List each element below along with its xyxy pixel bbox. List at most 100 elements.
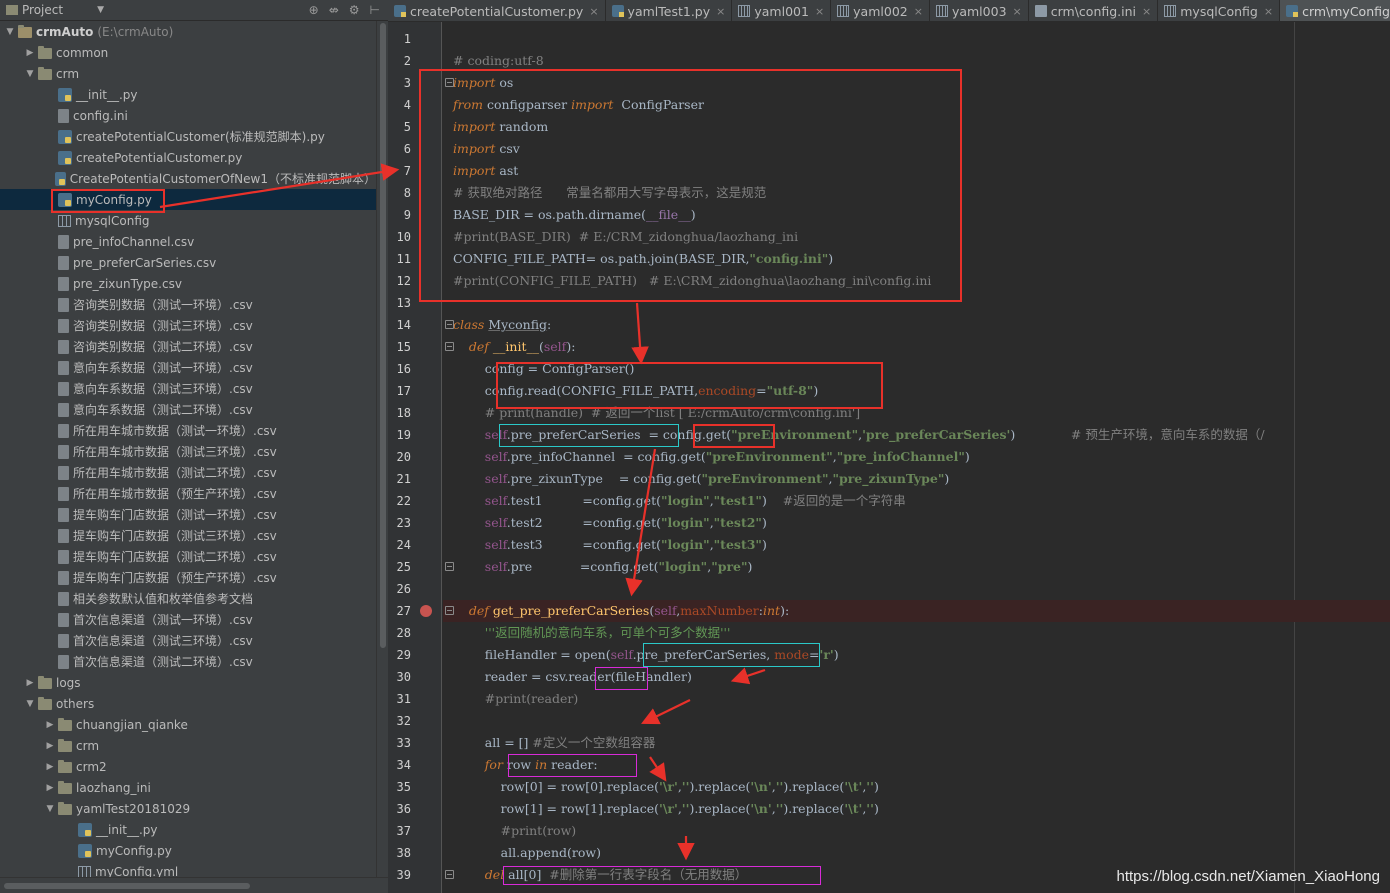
code-line[interactable]: all.append(row) [453,842,601,864]
split-icon[interactable]: ⇎ [329,3,339,17]
globe-icon[interactable]: ⊕ [309,3,319,17]
tree-item[interactable]: 提车购车门店数据（测试一环境）.csv [0,504,376,525]
code-line[interactable]: self.pre =config.get("login","pre") [453,556,753,578]
tree-item[interactable]: 相关参数默认值和枚举值参考文档 [0,588,376,609]
tree-vertical-scrollbar[interactable] [376,21,388,877]
chevron-down-icon[interactable]: ▼ [44,804,56,814]
code-line[interactable]: from configparser import ConfigParser [453,94,704,116]
tree-item[interactable]: 意向车系数据（测试三环境）.csv [0,378,376,399]
code-line[interactable]: self.test1 =config.get("login","test1") … [453,490,906,512]
tree-item[interactable]: ▶ crm2 [0,756,376,777]
tree-item[interactable]: pre_preferCarSeries.csv [0,252,376,273]
code-line[interactable]: class Myconfig: [453,314,551,336]
code-line[interactable]: import csv [453,138,520,160]
editor-tab[interactable]: yaml001 × [732,0,832,21]
tree-item[interactable]: ▶ laozhang_ini [0,777,376,798]
editor-tab[interactable]: crm\config.ini × [1029,0,1159,21]
tree-item[interactable]: 首次信息渠道（测试三环境）.csv [0,630,376,651]
code-line[interactable]: # print(handle) # 返回一个list [ E:/crmAuto/… [453,402,860,424]
code-line[interactable]: import random [453,116,548,138]
breakpoint-icon[interactable] [420,605,432,617]
tree-item[interactable]: 首次信息渠道（测试一环境）.csv [0,609,376,630]
tree-item[interactable]: ▶ crm [0,735,376,756]
tree-item[interactable]: 提车购车门店数据（测试二环境）.csv [0,546,376,567]
chevron-right-icon[interactable]: ▶ [44,762,56,772]
close-icon[interactable]: × [914,5,923,18]
code-line[interactable]: #print(row) [453,820,577,842]
tree-item[interactable]: 所在用车城市数据（测试一环境）.csv [0,420,376,441]
tree-item[interactable]: ▼ yamlTest20181029 [0,798,376,819]
fold-icon[interactable] [445,78,454,87]
tree-item[interactable]: createPotentialCustomer(标准规范脚本).py [0,126,376,147]
close-icon[interactable]: × [1264,5,1273,18]
code-line[interactable]: self.pre_infoChannel = config.get("preEn… [453,446,970,468]
code-line[interactable]: #print(BASE_DIR) # E:/CRM_zidonghua/laoz… [453,226,798,248]
tree-item[interactable]: pre_zixunType.csv [0,273,376,294]
scrollbar-thumb[interactable] [380,23,386,648]
code-line[interactable]: all = [] #定义一个空数组容器 [453,732,656,754]
tree-item[interactable]: ▼ crm [0,63,376,84]
code-line[interactable]: row[0] = row[0].replace('\r','').replace… [453,776,879,798]
tree-item[interactable]: 所在用车城市数据（预生产环境）.csv [0,483,376,504]
code-line[interactable]: # 获取绝对路径 常量名都用大写字母表示，这是规范 [453,182,766,204]
tree-horizontal-scrollbar[interactable] [0,877,388,893]
code-line[interactable]: reader = csv.reader(fileHandler) [453,666,692,688]
code-line[interactable]: import ast [453,160,518,182]
gear-icon[interactable]: ⚙ [349,3,360,17]
tree-item[interactable]: createPotentialCustomer.py [0,147,376,168]
tree-item[interactable]: CreatePotentialCustomerOfNew1（不标准规范脚本） [0,168,376,189]
tree-item[interactable]: __init__.py [0,819,376,840]
close-icon[interactable]: × [589,5,598,18]
editor-tab[interactable]: createPotentialCustomer.py × [388,0,606,21]
tree-item[interactable]: myConfig.py [0,189,376,210]
code-line[interactable]: self.test2 =config.get("login","test2") [453,512,767,534]
chevron-right-icon[interactable]: ▶ [44,783,56,793]
code-line[interactable]: del all[0] #删除第一行表字段名（无用数据） [453,864,747,886]
code-line[interactable]: self.pre_preferCarSeries = config.get("p… [453,424,1265,446]
fold-icon[interactable] [445,320,454,329]
code-line[interactable]: #print(CONFIG_FILE_PATH) # E:\CRM_zidong… [453,270,931,292]
tree-item[interactable]: ▼ crmAuto (E:\crmAuto) [0,21,376,42]
code-line[interactable]: def __init__(self): [453,336,576,358]
chevron-down-icon[interactable]: ▼ [24,699,36,709]
tree-item[interactable]: 咨询类别数据（测试一环境）.csv [0,294,376,315]
fold-icon[interactable] [445,606,454,615]
editor-tab[interactable]: mysqlConfig × [1158,0,1281,21]
code-line[interactable]: self.test3 =config.get("login","test3") [453,534,767,556]
chevron-right-icon[interactable]: ▶ [44,741,56,751]
code-line[interactable]: fileHandler = open(self.pre_preferCarSer… [453,644,839,666]
close-icon[interactable]: × [1013,5,1022,18]
chevron-down-icon[interactable]: ▼ [4,27,16,37]
tree-item[interactable]: myConfig.yml [0,861,376,877]
editor-tab[interactable]: yamlTest1.py × [606,0,733,21]
tree-item[interactable]: 意向车系数据（测试二环境）.csv [0,399,376,420]
code-line[interactable]: BASE_DIR = os.path.dirname(__file__) [453,204,696,226]
tree-item[interactable]: 所在用车城市数据（测试二环境）.csv [0,462,376,483]
close-icon[interactable]: × [815,5,824,18]
code-line[interactable]: row[1] = row[1].replace('\r','').replace… [453,798,879,820]
chevron-down-icon[interactable]: ▼ [97,5,104,15]
editor-tab[interactable]: yaml003 × [930,0,1029,21]
code-line[interactable]: #print(reader) [453,688,578,710]
tree-item[interactable]: 提车购车门店数据（测试三环境）.csv [0,525,376,546]
code-line[interactable]: import os [453,72,513,94]
code-line[interactable]: config.read(CONFIG_FILE_PATH,encoding="u… [453,380,818,402]
fold-icon[interactable] [445,342,454,351]
scrollbar-thumb[interactable] [4,883,250,889]
tree-item[interactable]: ▶ chuangjian_qianke [0,714,376,735]
tree-item[interactable]: ▼ others [0,693,376,714]
chevron-right-icon[interactable]: ▶ [24,48,36,58]
tree-item[interactable]: 咨询类别数据（测试二环境）.csv [0,336,376,357]
code-line[interactable]: config = ConfigParser() [453,358,635,380]
code-line[interactable]: CONFIG_FILE_PATH= os.path.join(BASE_DIR,… [453,248,833,270]
code-line[interactable]: for row in reader: [453,754,598,776]
chevron-right-icon[interactable]: ▶ [44,720,56,730]
close-icon[interactable]: × [1142,5,1151,18]
tree-item[interactable]: config.ini [0,105,376,126]
collapse-icon[interactable]: ⊢ [370,3,380,17]
close-icon[interactable]: × [716,5,725,18]
editor-tab[interactable]: crm\myConfig.py× [1280,0,1390,21]
editor-tab[interactable]: yaml002 × [831,0,930,21]
tree-item[interactable]: 首次信息渠道（测试二环境）.csv [0,651,376,672]
tree-item[interactable]: __init__.py [0,84,376,105]
